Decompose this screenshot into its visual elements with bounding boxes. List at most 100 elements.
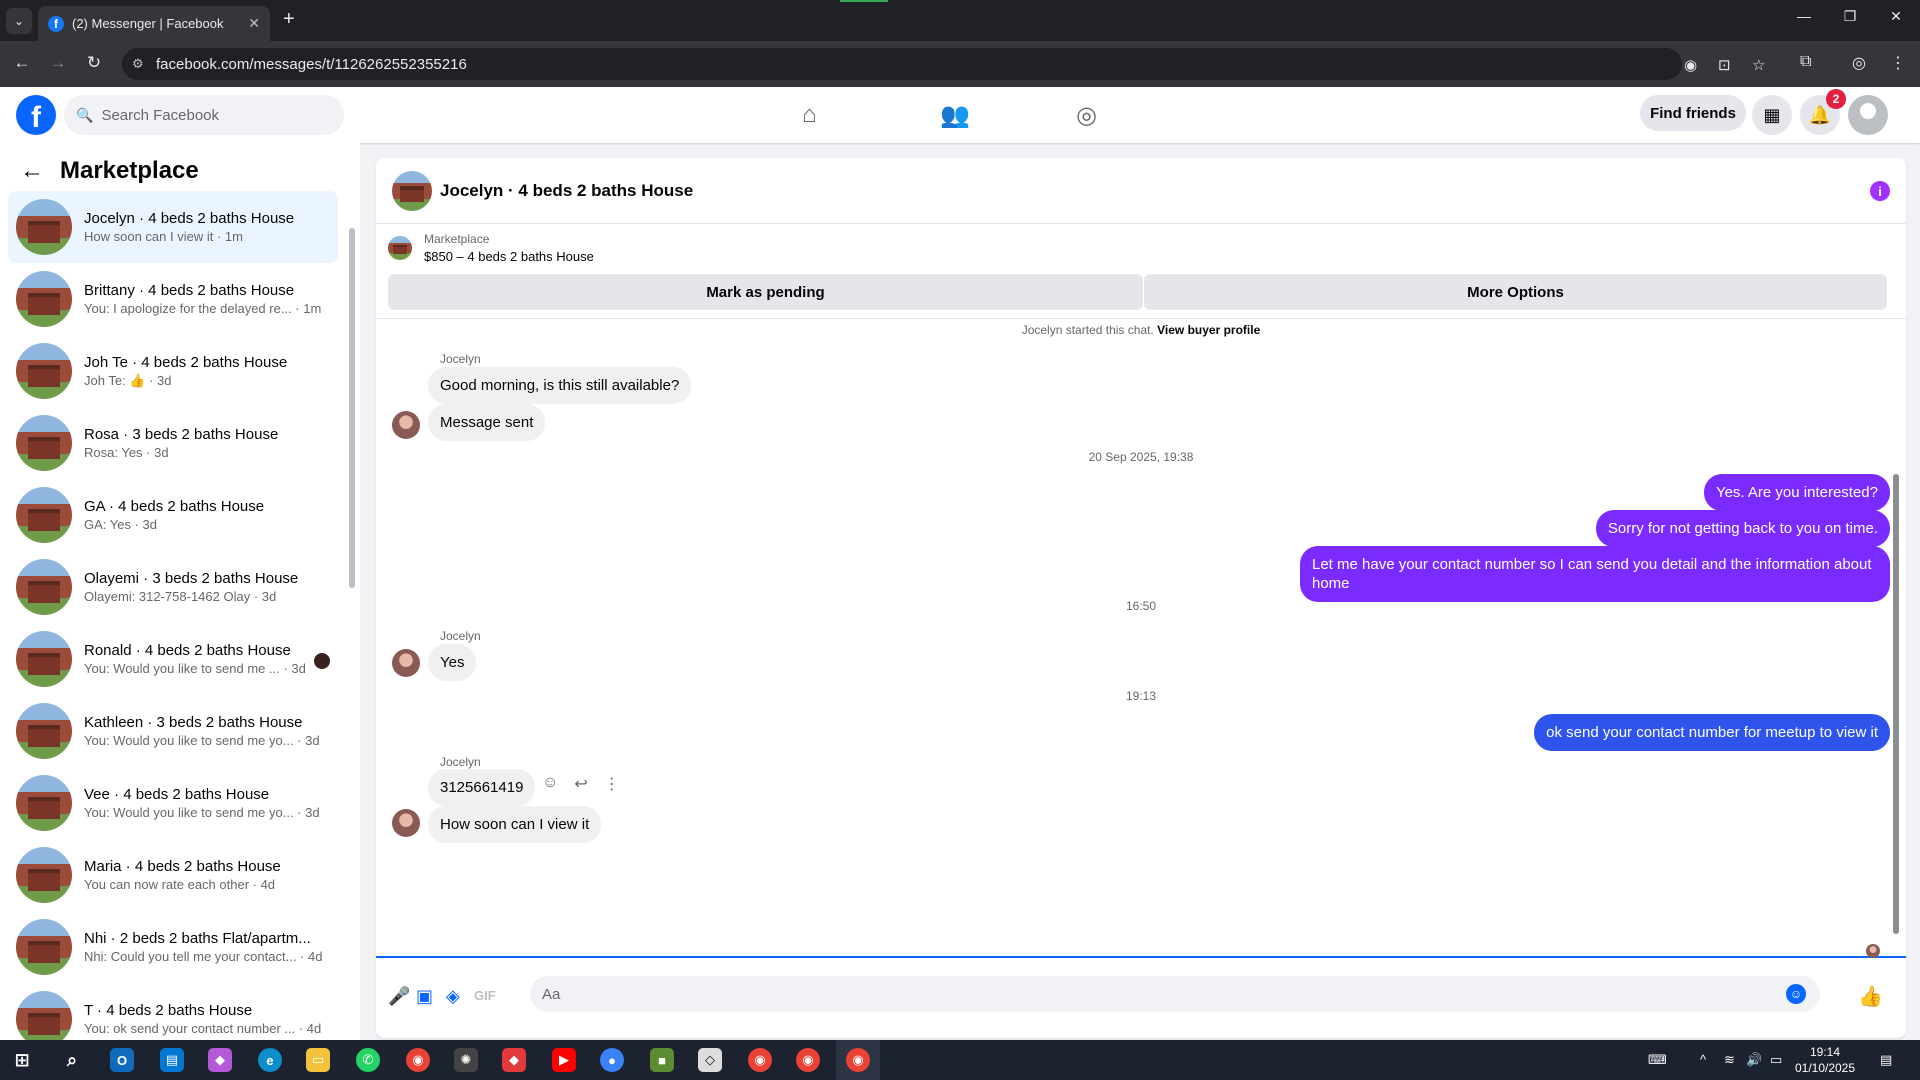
conversation-item[interactable]: Nhi · 2 beds 2 baths Flat/apartm... Nhi: … [8,911,338,983]
find-friends-button[interactable]: Find friends [1640,95,1746,131]
facebook-logo-icon[interactable]: f [16,95,56,135]
started-note-text: Jocelyn started this chat. [1021,323,1154,337]
emoji-icon[interactable]: ☺ [1786,984,1806,1004]
forward-button[interactable]: → [46,53,70,73]
incoming-message[interactable]: Message sent [428,404,546,441]
menu-icon[interactable]: ⋮ [1890,53,1906,73]
minecraft-icon[interactable]: ■ [650,1048,674,1072]
conversation-item[interactable]: T · 4 beds 2 baths House You: ok send you… [8,983,338,1040]
whatsapp-icon[interactable]: ✆ [356,1048,380,1072]
message-input[interactable]: Aa ☺ [530,976,1820,1012]
incoming-message[interactable]: 3125661419 [428,769,536,806]
conversation-item[interactable]: Olayemi · 3 beds 2 baths House Olayemi: 3… [8,551,338,623]
conversation-item[interactable]: Ronald · 4 beds 2 baths House You: Would … [8,623,338,695]
roblox-icon[interactable]: ◇ [698,1048,722,1072]
sidebar-scrollbar[interactable] [348,208,356,1018]
extensions-icon[interactable]: ⧉ [1800,53,1811,71]
microphone-icon[interactable]: 🎤 [388,986,410,1007]
view-buyer-profile-link[interactable]: View buyer profile [1157,323,1260,337]
mark-as-pending-button[interactable]: Mark as pending [388,274,1143,310]
more-options-button[interactable]: More Options [1144,274,1887,310]
back-button[interactable]: ← [10,53,34,73]
menu-grid-icon[interactable]: ▦ [1752,95,1792,135]
conversation-item[interactable]: Rosa · 3 beds 2 baths House Rosa: Yes · 3… [8,407,338,479]
sidebar-scroll-thumb[interactable] [349,228,355,588]
chat-scroll-thumb[interactable] [1893,474,1899,934]
info-icon[interactable]: i [1870,181,1890,201]
system-clock[interactable]: 19:14 01/10/2025 [1790,1044,1860,1076]
conversation-item[interactable]: Vee · 4 beds 2 baths House You: Would you… [8,767,338,839]
new-tab-button[interactable]: + [283,8,295,31]
account-avatar[interactable] [1848,95,1888,135]
sender-avatar[interactable] [392,649,420,677]
reply-icon[interactable]: ↩ [574,774,587,794]
keyboard-layout-icon[interactable]: ⌨ [1648,1052,1667,1068]
outgoing-message[interactable]: ok send your contact number for meetup t… [1534,714,1890,751]
restore-button[interactable]: ❐ [1830,8,1870,25]
store-icon[interactable]: ▤ [160,1048,184,1072]
conversation-item[interactable]: Brittany · 4 beds 2 baths House You: I ap… [8,263,338,335]
chat-listing-thumbnail[interactable] [392,170,432,211]
notification-center-icon[interactable]: ▤ [1880,1052,1892,1068]
chrome-profile-icon[interactable]: ◉ [846,1048,870,1072]
back-arrow-icon[interactable]: ← [20,157,44,185]
sender-avatar[interactable] [392,411,420,439]
chat-scrollbar[interactable] [1892,324,1900,952]
reload-button[interactable]: ↻ [82,53,106,73]
app-icon[interactable]: ● [600,1048,624,1072]
file-explorer-icon[interactable]: ▭ [306,1048,330,1072]
wifi-icon[interactable]: ≋ [1724,1052,1735,1068]
tab-search-button[interactable]: ⌄ [6,8,32,34]
address-bar[interactable]: ⚙ facebook.com/messages/t/11262625523552… [122,48,1765,80]
sticker-icon[interactable]: ◈ [446,986,460,1007]
outgoing-message[interactable]: Sorry for not getting back to you on tim… [1595,510,1890,547]
conversation-item[interactable]: Kathleen · 3 beds 2 baths House You: Woul… [8,695,338,767]
conversation-item[interactable]: GA · 4 beds 2 baths House GA: Yes · 3d [8,479,338,551]
chatgpt-icon[interactable]: ✺ [454,1048,478,1072]
chrome-profile-icon[interactable]: ◉ [748,1048,772,1072]
show-hidden-icons-icon[interactable]: ^ [1700,1052,1706,1067]
incoming-message[interactable]: How soon can I view it [428,806,602,843]
site-info-icon[interactable]: ⚙ [132,56,144,72]
outlook-icon[interactable]: O [110,1048,134,1072]
chat-title[interactable]: Jocelyn · 4 beds 2 baths House [440,181,693,201]
thumbs-up-icon[interactable]: 👍 [1858,984,1883,1009]
outgoing-message[interactable]: Let me have your contact number so I can… [1300,546,1890,602]
edge-icon[interactable]: e [258,1048,282,1072]
volume-icon[interactable]: 🔊 [1746,1052,1762,1068]
profile-icon[interactable]: ◎ [1852,53,1866,73]
friends-icon[interactable]: 👥 [940,101,970,130]
conversation-item[interactable]: Joh Te · 4 beds 2 baths House Joh Te: 👍 ·… [8,335,338,407]
photo-icon[interactable]: ▣ [416,986,433,1007]
copilot-icon[interactable]: ◆ [208,1048,232,1072]
incoming-message[interactable]: Yes [428,644,477,681]
windows-start-icon[interactable]: ⊞ [10,1048,34,1072]
more-actions-icon[interactable]: ⋮ [604,774,620,794]
search-icon[interactable]: ⌕ [60,1048,84,1072]
clock-time: 19:14 [1809,1045,1841,1059]
battery-icon[interactable]: ▭ [1770,1052,1782,1068]
outgoing-message[interactable]: Yes. Are you interested? [1703,474,1890,511]
bookmark-star-icon[interactable]: ☆ [1752,56,1765,74]
gif-icon[interactable]: GIF [474,988,496,1003]
eye-off-icon[interactable]: ◉ [1684,56,1697,74]
incoming-message[interactable]: Good morning, is this still available? [428,367,692,404]
install-app-icon[interactable]: ⊡ [1718,56,1731,74]
conversation-item[interactable]: Jocelyn · 4 beds 2 baths House How soon c… [8,191,338,263]
close-window-button[interactable]: ✕ [1876,8,1916,25]
conversation-item[interactable]: Maria · 4 beds 2 baths House You can now … [8,839,338,911]
chrome-profile-icon[interactable]: ◉ [796,1048,820,1072]
react-emoji-icon[interactable]: ☺ [542,774,558,794]
anydesk-icon[interactable]: ◆ [502,1048,526,1072]
listing-summary[interactable]: Marketplace $850 – 4 beds 2 baths House [388,232,594,264]
sender-avatar[interactable] [392,809,420,837]
home-icon[interactable]: ⌂ [802,101,817,129]
groups-icon[interactable]: ◎ [1076,101,1097,130]
facebook-search-input[interactable]: 🔍 Search Facebook [64,95,344,135]
close-tab-icon[interactable]: ✕ [248,15,260,32]
minimize-button[interactable]: — [1784,8,1824,24]
listing-thumbnail [16,631,72,687]
chrome-icon[interactable]: ◉ [406,1048,430,1072]
browser-tab[interactable]: f (2) Messenger | Facebook ✕ [38,6,270,41]
youtube-icon[interactable]: ▶ [552,1048,576,1072]
